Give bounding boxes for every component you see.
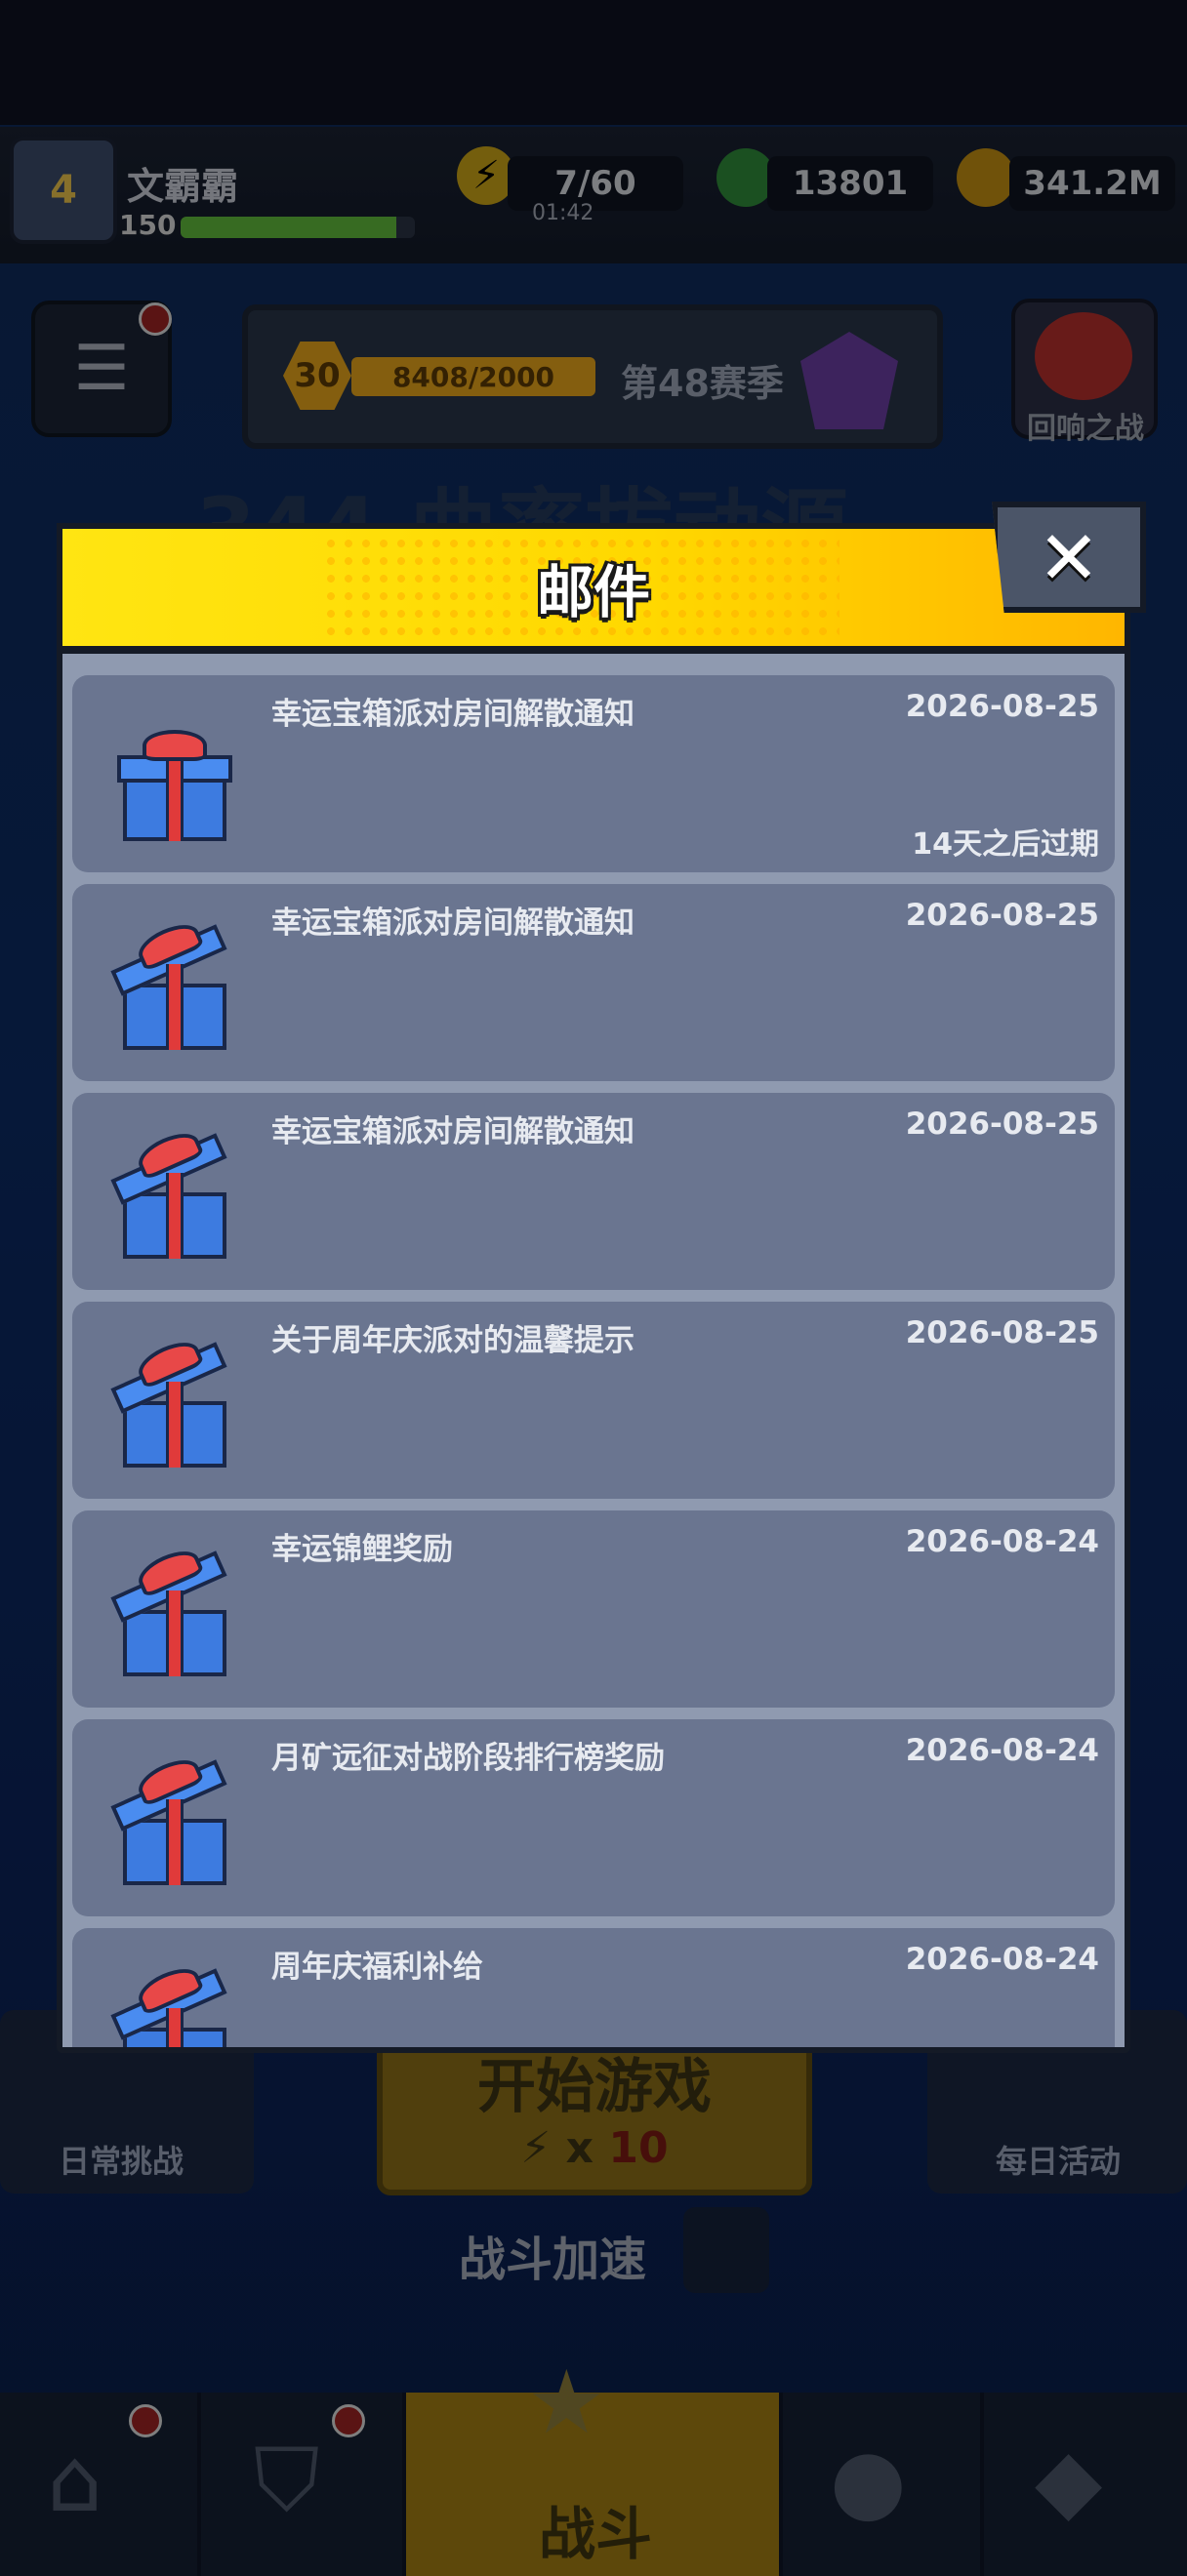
- game-screen: 4 文霸霸 150 ⚡ 7/60 01:42 13801 341.2M ☰ 30…: [0, 0, 1187, 2576]
- mail-title: 幸运锦鲤奖励: [271, 1532, 453, 1567]
- gift-closed-icon: [117, 730, 232, 847]
- mail-date: 2026-08-24: [905, 1524, 1099, 1559]
- mail-item[interactable]: 幸运宝箱派对房间解散通知 2026-08-25: [72, 1093, 1115, 1290]
- gift-open-icon: [110, 1125, 232, 1265]
- gift-open-icon: [110, 916, 232, 1056]
- mail-item[interactable]: 月矿远征对战阶段排行榜奖励 2026-08-24: [72, 1719, 1115, 1916]
- gift-open-icon: [110, 1334, 232, 1473]
- mail-title: 周年庆福利补给: [271, 1950, 483, 1985]
- mail-item[interactable]: 幸运宝箱派对房间解散通知 2026-08-25: [72, 884, 1115, 1081]
- mail-date: 2026-08-25: [905, 689, 1099, 724]
- mail-date: 2026-08-24: [905, 1733, 1099, 1768]
- mail-title: 关于周年庆派对的温馨提示: [271, 1323, 634, 1358]
- gift-open-icon: [110, 1543, 232, 1682]
- mail-title: 幸运宝箱派对房间解散通知: [271, 697, 634, 732]
- mail-date: 2026-08-24: [905, 1942, 1099, 1977]
- gift-open-icon: [110, 1960, 232, 2047]
- close-icon: ✕: [1038, 513, 1100, 601]
- mail-date: 2026-08-25: [905, 898, 1099, 933]
- mail-item[interactable]: 幸运锦鲤奖励 2026-08-24: [72, 1510, 1115, 1708]
- mail-item[interactable]: 幸运宝箱派对房间解散通知 2026-08-25 14天之后过期: [72, 675, 1115, 872]
- mail-title: 幸运宝箱派对房间解散通知: [271, 906, 634, 941]
- gift-open-icon: [110, 1751, 232, 1891]
- mail-title: 月矿远征对战阶段排行榜奖励: [271, 1741, 665, 1776]
- mail-dialog-title: 邮件: [536, 559, 650, 625]
- mail-item[interactable]: 周年庆福利补给 2026-08-24: [72, 1928, 1115, 2047]
- mail-title: 幸运宝箱派对房间解散通知: [271, 1114, 634, 1149]
- mail-item[interactable]: 关于周年庆派对的温馨提示 2026-08-25: [72, 1302, 1115, 1499]
- mail-date: 2026-08-25: [905, 1315, 1099, 1350]
- mail-date: 2026-08-25: [905, 1107, 1099, 1142]
- mail-expire-note: 14天之后过期: [912, 827, 1099, 862]
- mail-list[interactable]: 幸运宝箱派对房间解散通知 2026-08-25 14天之后过期 幸运宝箱派对房间解散通…: [62, 654, 1125, 2047]
- close-button[interactable]: ✕: [992, 502, 1146, 613]
